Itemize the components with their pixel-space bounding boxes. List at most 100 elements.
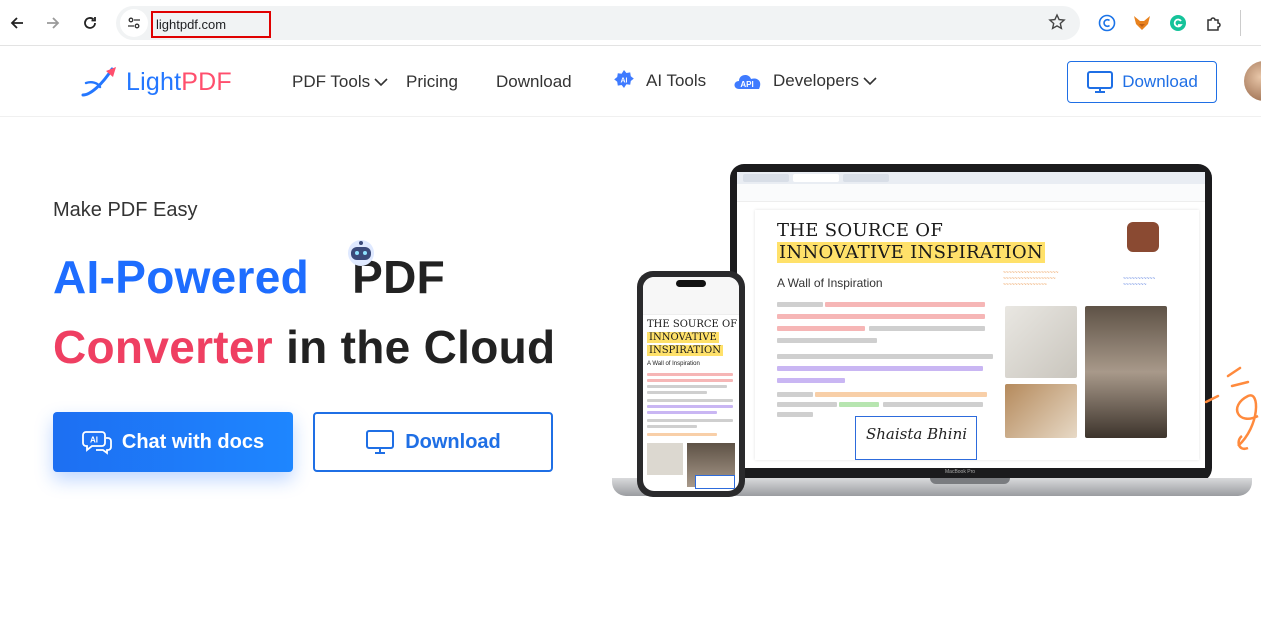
doc-text-line	[815, 392, 987, 397]
doc-text-line	[777, 366, 983, 371]
handwritten-note: ~~~~~~~~~~~ ~~~~~~~~	[1123, 276, 1156, 288]
copyright-extension-icon[interactable]	[1096, 12, 1118, 34]
phone-doc-subtitle: A Wall of Inspiration	[647, 361, 700, 367]
phone-text-line	[647, 399, 733, 402]
chat-with-docs-label: Chat with docs	[121, 430, 265, 453]
lightpdf-logo[interactable]: LightPDF	[80, 65, 232, 99]
doc-text-line	[839, 402, 879, 407]
doc-text-line	[777, 402, 837, 407]
chat-with-docs-button[interactable]: AI Chat with docs	[53, 412, 293, 472]
phone-doc-title-line3: INSPIRATION	[647, 345, 724, 356]
robot-mascot-icon	[348, 240, 374, 266]
decorative-sticker	[1127, 222, 1159, 252]
app-tab	[843, 174, 889, 182]
api-badge-text: API	[740, 80, 753, 89]
doc-text-line	[777, 326, 865, 331]
reload-button[interactable]	[77, 10, 103, 36]
phone-text-line	[647, 419, 733, 422]
doc-text-line	[777, 392, 813, 397]
url-text[interactable]: lightpdf.com	[156, 17, 226, 32]
grammarly-extension-icon[interactable]	[1167, 12, 1189, 34]
phone-doc-title-line2-text: INNOVATIVE	[647, 332, 719, 343]
back-button[interactable]	[4, 10, 30, 36]
phone-text-line	[647, 391, 707, 394]
phone-doc-title-line2: INNOVATIVE	[647, 332, 719, 343]
url-highlight: lightpdf.com	[151, 11, 271, 38]
nav-ai-tools[interactable]: AI AI Tools	[612, 69, 706, 93]
user-avatar[interactable]	[1244, 61, 1261, 101]
doc-text-line	[777, 354, 993, 359]
logo-text: LightPDF	[126, 68, 232, 97]
rocket-logo-icon	[81, 67, 116, 97]
doc-text-line	[777, 378, 845, 383]
monitor-icon	[365, 429, 395, 455]
monitor-icon	[1087, 71, 1114, 93]
phone-notch	[676, 280, 706, 287]
doc-text-line	[869, 326, 985, 331]
app-tab	[743, 174, 789, 182]
phone-text-line	[647, 379, 733, 382]
nav-ai-tools-label: AI Tools	[646, 71, 707, 90]
bookmark-star-icon[interactable]	[1048, 13, 1066, 36]
laptop-screen: THE SOURCE OF INNOVATIVE INSPIRATION A W…	[737, 172, 1205, 468]
decorative-swirl-icon	[1204, 366, 1259, 451]
nav-developers[interactable]: API Developers	[731, 69, 877, 93]
doc-text-line	[777, 302, 823, 307]
app-tab	[793, 174, 839, 182]
doc-text-line	[883, 402, 983, 407]
hero-title-ai-powered: AI-Powered	[53, 251, 310, 303]
chat-ai-icon-text: AI	[90, 436, 98, 445]
phone-signature-box	[695, 475, 735, 489]
laptop-notch	[930, 478, 1010, 484]
address-bar[interactable]: lightpdf.com	[116, 6, 1080, 40]
doc-text-line	[777, 412, 813, 417]
nav-pdf-tools[interactable]: PDF Tools	[292, 72, 388, 92]
phone-text-line	[647, 433, 717, 436]
photo-corridor	[1085, 306, 1167, 438]
hero-download-button[interactable]: Download	[313, 412, 553, 472]
tune-icon	[128, 17, 140, 29]
back-arrow-icon	[10, 17, 23, 29]
chat-ai-icon: AI	[81, 429, 112, 455]
logo-pdf-text: PDF	[181, 67, 232, 96]
nav-developers-label: Developers	[773, 71, 859, 90]
hero-title-in-the-cloud: in the Cloud	[286, 321, 556, 373]
nav-download-label: Download	[496, 72, 572, 91]
chevron-down-icon	[863, 77, 877, 86]
header-download-button[interactable]: Download	[1067, 61, 1217, 103]
doc-title-line2-text: INNOVATIVE INSPIRATION	[777, 242, 1046, 263]
chevron-down-icon	[374, 78, 388, 87]
hero-tagline: Make PDF Easy	[53, 199, 198, 221]
hero-title-line1: AI-Powered PDF	[53, 250, 445, 304]
signature-selection-box[interactable]: Shaista Bhini	[855, 416, 977, 460]
doc-title-line1: THE SOURCE OF	[777, 220, 944, 241]
doc-text-line	[777, 338, 877, 343]
photo-desk	[1005, 384, 1077, 438]
phone-doc-title-line3-text: INSPIRATION	[647, 345, 724, 356]
phone-doc-title-line1: THE SOURCE OF	[647, 319, 738, 330]
forward-button[interactable]	[40, 10, 66, 36]
hero-title-line2: Converter in the Cloud	[53, 320, 555, 374]
doc-subtitle: A Wall of Inspiration	[777, 276, 883, 290]
nav-pricing[interactable]: Pricing	[406, 72, 458, 92]
site-header: LightPDF PDF Tools Pricing Download AI A…	[0, 47, 1261, 117]
signature-text: Shaista Bhini	[866, 425, 968, 443]
hero-title-converter: Converter	[53, 321, 273, 373]
phone-text-line	[647, 385, 727, 388]
hero-download-label: Download	[405, 430, 501, 453]
nav-pricing-label: Pricing	[406, 72, 458, 91]
api-cloud-icon: API	[734, 75, 761, 89]
photo-wall-grid	[1005, 306, 1077, 378]
nav-pdf-tools-label: PDF Tools	[292, 72, 371, 91]
ai-badge-text: AI	[621, 78, 628, 85]
ai-gear-icon: AI	[614, 70, 634, 88]
header-download-label: Download	[1122, 72, 1198, 91]
phone-text-line	[647, 373, 733, 376]
pdf-document-page: THE SOURCE OF INNOVATIVE INSPIRATION A W…	[755, 210, 1199, 460]
fox-extension-icon[interactable]	[1131, 12, 1153, 34]
site-info-button[interactable]	[120, 9, 148, 37]
extensions-puzzle-icon[interactable]	[1203, 12, 1225, 34]
phone-screen: THE SOURCE OF INNOVATIVE INSPIRATION A W…	[643, 277, 739, 491]
forward-arrow-icon	[47, 17, 60, 29]
nav-download[interactable]: Download	[496, 72, 572, 92]
